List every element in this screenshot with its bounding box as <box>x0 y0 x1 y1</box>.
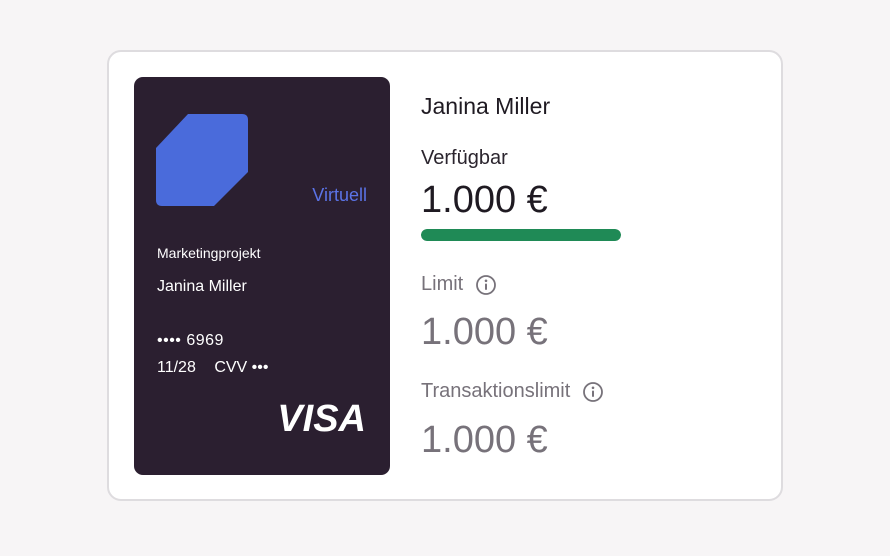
card-number: •••• 6969 <box>157 332 224 349</box>
virtual-card[interactable]: Virtuell Marketingprojekt Janina Miller … <box>134 77 390 475</box>
available-progress-bar <box>421 229 621 241</box>
info-icon[interactable] <box>475 274 497 296</box>
available-label: Verfügbar <box>421 147 508 169</box>
card-expiry: 11/28 <box>157 359 196 376</box>
card-logo-icon <box>156 114 248 206</box>
card-type-label: Virtuell <box>312 185 367 205</box>
card-expiry-row: 11/28 CVV ••• <box>157 359 268 377</box>
card-cvv: CVV ••• <box>214 359 269 376</box>
card-holder: Janina Miller <box>157 278 247 295</box>
available-amount: 1.000 € <box>421 179 548 221</box>
limit-amount: 1.000 € <box>421 311 548 353</box>
cardholder-name: Janina Miller <box>421 93 551 119</box>
card-project: Marketingprojekt <box>157 245 261 261</box>
transaction-limit-label: Transaktionslimit <box>421 380 571 402</box>
limit-label: Limit <box>421 273 464 295</box>
transaction-limit-row-label: Transaktionslimit <box>421 380 604 403</box>
info-icon[interactable] <box>582 381 604 403</box>
limit-row-label: Limit <box>421 273 497 296</box>
transaction-limit-amount: 1.000 € <box>421 419 548 461</box>
card-detail-panel: Virtuell Marketingprojekt Janina Miller … <box>107 50 783 501</box>
visa-logo: VISA <box>277 398 366 440</box>
available-progress-fill <box>421 229 621 241</box>
